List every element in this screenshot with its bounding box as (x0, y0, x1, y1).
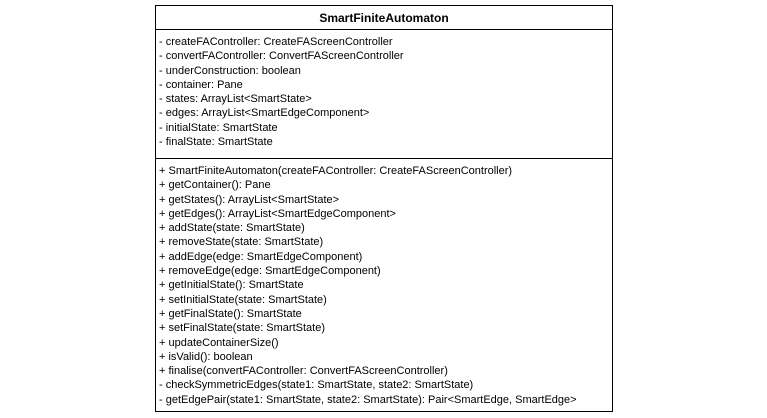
attributes-compartment: - createFAController: CreateFAScreenCont… (156, 30, 612, 159)
method-line: + isValid(): boolean (159, 350, 253, 363)
attribute-line: - underConstruction: boolean (159, 64, 301, 77)
method-line: + getStates(): ArrayList<SmartState> (159, 193, 340, 206)
attribute-line: - edges: ArrayList<SmartEdgeComponent> (159, 107, 370, 120)
methods-compartment: + SmartFiniteAutomaton(createFAControlle… (156, 159, 612, 407)
method-line: + removeState(state: SmartState) (159, 236, 324, 249)
method-line: + addState(state: SmartState) (159, 222, 305, 235)
method-line: + getEdges(): ArrayList<SmartEdgeCompone… (159, 207, 396, 220)
attribute-line: - initialState: SmartState (159, 121, 278, 134)
method-line: - getEdgePair(state1: SmartState, state2… (159, 393, 577, 406)
attribute-line: - finalState: SmartState (159, 136, 273, 149)
method-line: + setFinalState(state: SmartState) (159, 322, 325, 335)
method-line: - checkSymmetricEdges(state1: SmartState… (159, 379, 474, 392)
method-line: + getContainer(): Pane (159, 179, 271, 192)
attribute-line: - container: Pane (159, 78, 243, 91)
method-line: + SmartFiniteAutomaton(createFAControlle… (159, 165, 513, 177)
method-line: + removeEdge(edge: SmartEdgeComponent) (159, 265, 381, 278)
class-name: SmartFiniteAutomaton (156, 6, 612, 30)
uml-class-box: SmartFiniteAutomaton - createFAControlle… (155, 5, 613, 412)
method-line: + getFinalState(): SmartState (159, 307, 302, 320)
method-line: + getInitialState(): SmartState (159, 279, 304, 292)
method-line: + setInitialState(state: SmartState) (159, 293, 327, 306)
attribute-line: - states: ArrayList<SmartState> (159, 93, 312, 106)
method-line: + updateContainerSize() (159, 336, 279, 349)
attribute-line: - createFAController: CreateFAScreenCont… (159, 36, 393, 48)
method-line: + finalise(convertFAController: ConvertF… (159, 365, 448, 378)
attribute-line: - convertFAController: ConvertFAScreenCo… (159, 50, 404, 63)
method-line: + addEdge(edge: SmartEdgeComponent) (159, 250, 363, 263)
